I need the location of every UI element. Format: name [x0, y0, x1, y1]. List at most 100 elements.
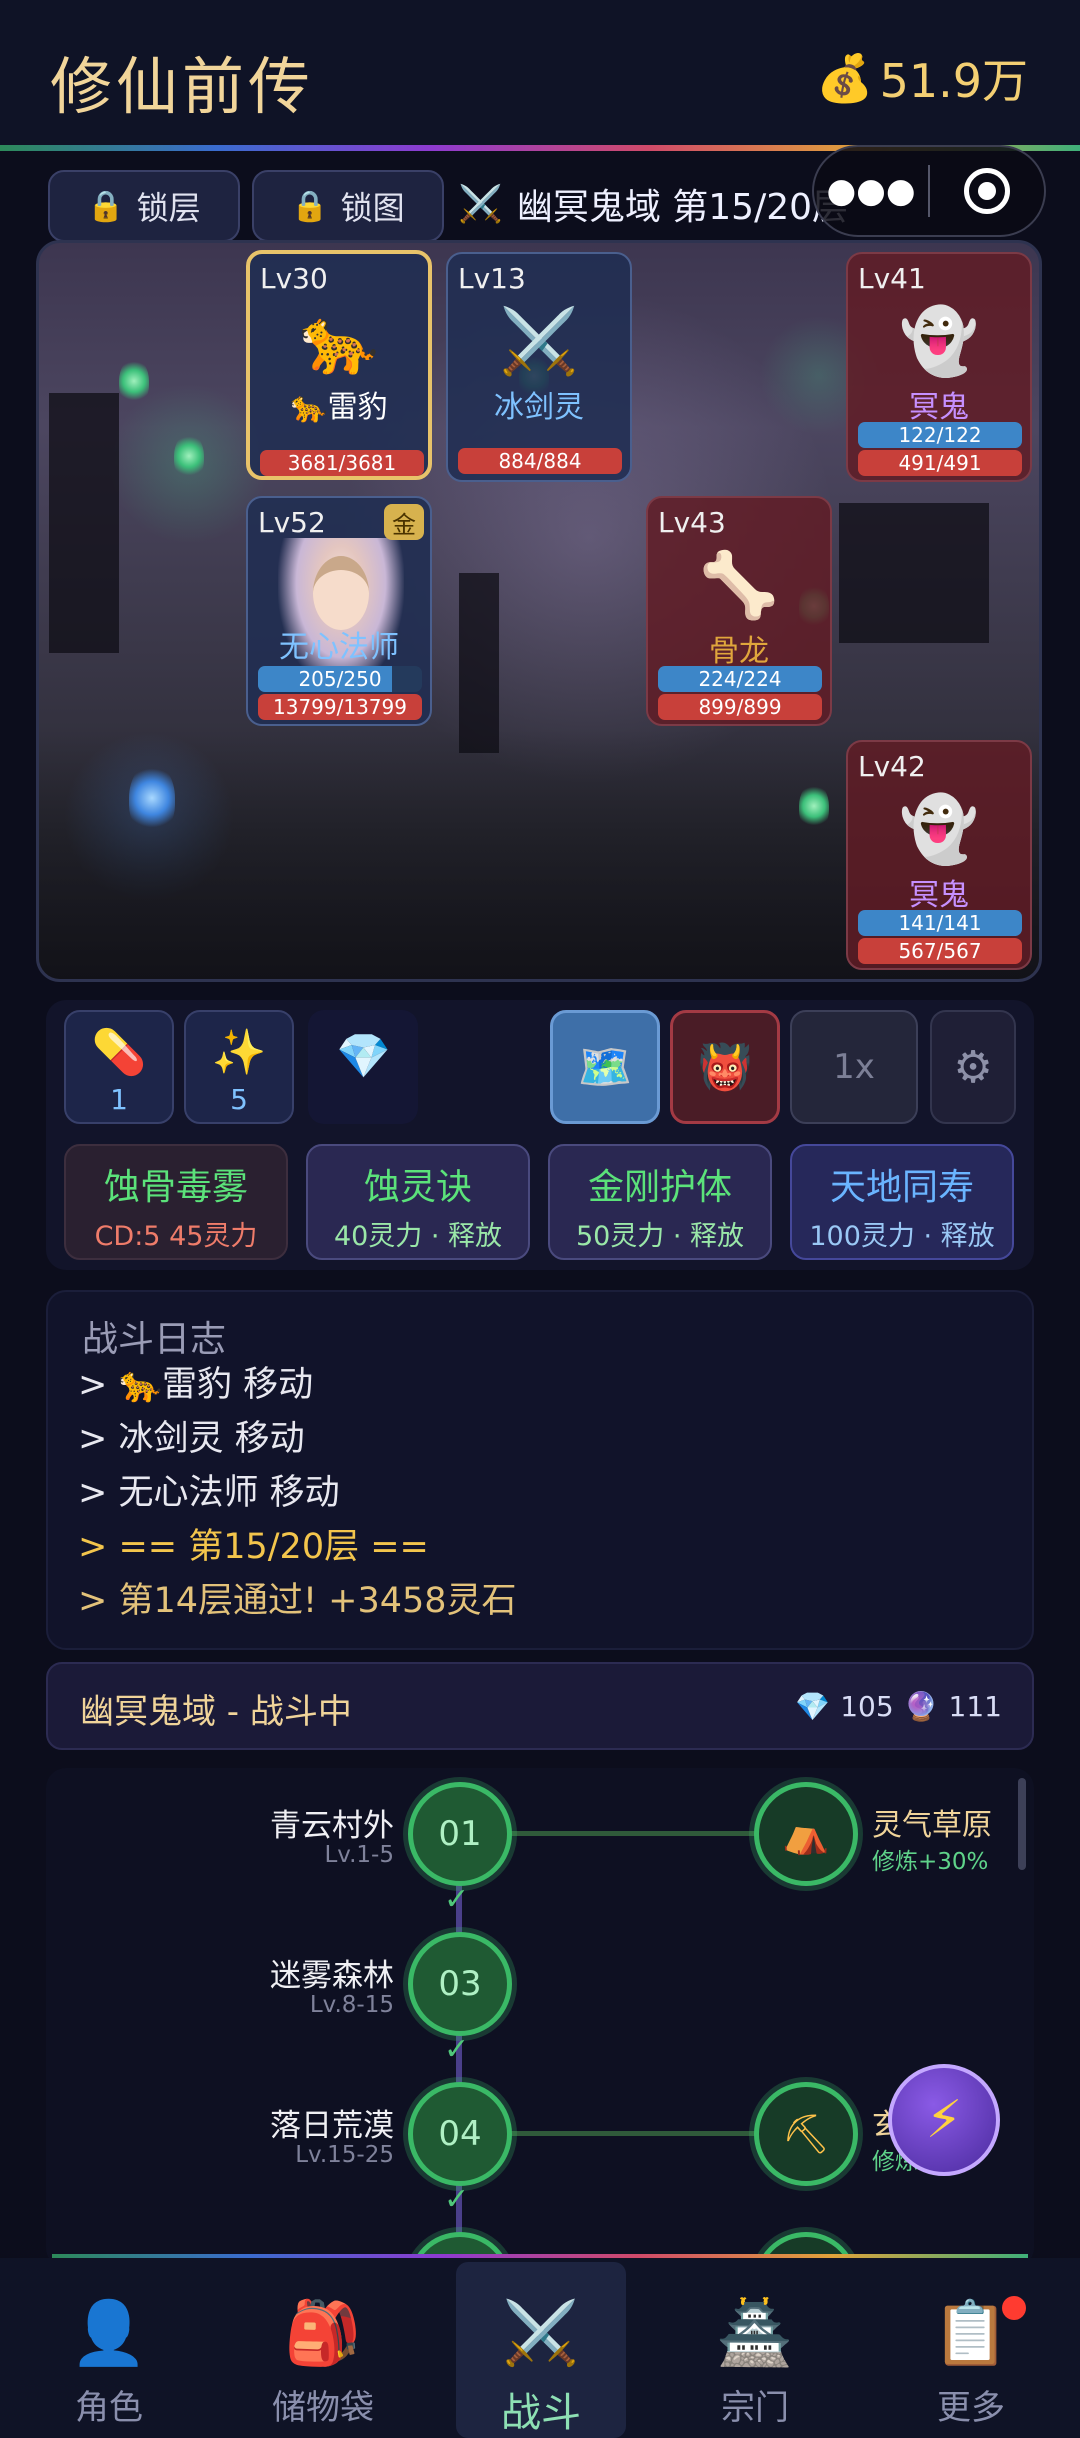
- speed-button[interactable]: 1x: [790, 1010, 918, 1124]
- person-icon: 👤: [70, 2296, 148, 2369]
- skill-name: 天地同寿: [829, 1167, 974, 1208]
- battle-log: 战斗日志 > 🐆雷豹 移动 > 冰剑灵 移动 > 无心法师 移动 > == 第1…: [46, 1290, 1034, 1650]
- unit-level: Lv42: [858, 750, 926, 783]
- notification-dot: [1002, 2296, 1026, 2320]
- skill-name: 蚀灵诀: [363, 1167, 472, 1208]
- lock-map-button[interactable]: 🔒 锁图: [252, 170, 444, 242]
- skill-name: 金刚护体: [587, 1167, 732, 1208]
- log-line: > == 第15/20层 ==: [78, 1527, 429, 1567]
- level-title-text: 幽冥鬼域 第15/20层: [516, 187, 849, 228]
- skill-cost: CD:5 45灵力: [94, 1221, 258, 1252]
- ghost-icon: 👻: [899, 305, 979, 379]
- mp-bar: 141/141: [858, 910, 1022, 936]
- hp-bar: 3681/3681: [260, 450, 424, 476]
- hp-text: 899/899: [698, 695, 782, 719]
- check-icon: ✓: [444, 2032, 470, 2067]
- map-button[interactable]: 🗺️: [550, 1010, 660, 1124]
- ruin-silhouette: [49, 393, 119, 653]
- nav-character[interactable]: 👤 角色: [24, 2262, 194, 2438]
- nav-divider: [52, 2254, 1028, 2258]
- skill-button-3[interactable]: 金刚护体 50灵力 · 释放: [548, 1144, 772, 1260]
- close-target-button[interactable]: [930, 147, 1044, 235]
- lock-map-label: 锁图: [340, 189, 405, 227]
- target-icon: [964, 168, 1010, 214]
- nav-storage-bag[interactable]: 🎒 储物袋: [238, 2262, 408, 2438]
- bone-icon: 🦴: [699, 549, 779, 623]
- nav-label: 更多: [937, 2388, 1005, 2428]
- unit-name: 冥鬼: [909, 878, 969, 913]
- side-node-mine[interactable]: ⛏: [754, 2082, 858, 2186]
- side-node-camp[interactable]: ⛺: [754, 1782, 858, 1886]
- hp-text: 491/491: [898, 451, 982, 475]
- nav-sect[interactable]: 🏯 宗门: [670, 2262, 840, 2438]
- unit-name: 无心法师: [279, 630, 399, 665]
- nav-more[interactable]: 📋 更多: [886, 2262, 1056, 2438]
- side-zone-name: 灵气草原: [872, 1808, 992, 1843]
- hp-bar: 899/899: [658, 694, 822, 720]
- unit-leopard[interactable]: Lv30 🐆 🐆雷豹 3681/3681: [246, 250, 432, 480]
- pill-icon: 💊: [91, 1027, 147, 1078]
- blue-wisp: [129, 763, 175, 833]
- sparkle-icon: ✨: [211, 1027, 267, 1078]
- zone-node-04[interactable]: 04: [408, 2082, 512, 2186]
- zone-level-range: Lv.15-25: [295, 2142, 394, 2168]
- crossed-swords-icon: ⚔️: [502, 2296, 580, 2369]
- hp-bar: 884/884: [458, 448, 622, 474]
- zone-number: 03: [438, 1964, 482, 2004]
- money-value: 51.9万: [879, 54, 1028, 108]
- hp-bar: 491/491: [858, 450, 1022, 476]
- hp-text: 884/884: [498, 449, 582, 473]
- ruin-silhouette: [839, 503, 989, 643]
- unit-name: 冥鬼: [909, 390, 969, 425]
- skill-button-1[interactable]: 蚀骨毒雾 CD:5 45灵力: [64, 1144, 288, 1260]
- skill-button-4[interactable]: 天地同寿 100灵力 · 释放: [790, 1144, 1014, 1260]
- skill-cost: 100灵力 · 释放: [809, 1221, 995, 1252]
- nav-label: 宗门: [721, 2388, 789, 2428]
- zone-node-03[interactable]: 03: [408, 1932, 512, 2036]
- orb-count: 111: [948, 1690, 1002, 1723]
- diamond-icon: 💎: [795, 1690, 831, 1723]
- unit-bone-dragon[interactable]: Lv43 🦴 骨龙 224/224 899/899: [646, 496, 832, 726]
- hp-text: 13799/13799: [273, 695, 407, 719]
- auto-battle-button[interactable]: 👹: [670, 1010, 780, 1124]
- nav-battle[interactable]: ⚔️ 战斗: [456, 2262, 626, 2438]
- zone-level-range: Lv.1-5: [324, 1842, 394, 1868]
- gear-icon: ⚙: [953, 1041, 993, 1093]
- map-scrollbar[interactable]: [1018, 1778, 1026, 1870]
- zone-status-text: 幽冥鬼域 - 战斗中: [80, 1692, 352, 1732]
- item-slot-sparkle[interactable]: ✨ 5: [184, 1010, 294, 1124]
- crystal-ball-icon: 🔮: [903, 1690, 939, 1723]
- skill-button-2[interactable]: 蚀灵诀 40灵力 · 释放: [306, 1144, 530, 1260]
- zone-level-range: Lv.8-15: [309, 1992, 394, 2018]
- side-zone-bonus: 修炼+30%: [872, 1849, 989, 1875]
- lock-icon: 🔒: [291, 188, 329, 224]
- log-line: > 🐆雷豹 移动: [78, 1365, 314, 1405]
- unit-ice-sword[interactable]: Lv13 ⚔️ 冰剑灵 884/884: [446, 252, 632, 482]
- lock-floor-button[interactable]: 🔒 锁层: [48, 170, 240, 242]
- check-icon: ✓: [444, 2182, 470, 2217]
- item-slot-gem[interactable]: 💎: [308, 1010, 418, 1124]
- unit-level: Lv30: [260, 262, 328, 295]
- unit-master[interactable]: Lv52 金 无心法师 205/250 13799/13799: [246, 496, 432, 726]
- unit-ghost-2[interactable]: Lv42 👻 冥鬼 141/141 567/567: [846, 740, 1032, 970]
- hp-bar: 13799/13799: [258, 694, 422, 720]
- quick-action-button[interactable]: ⚡: [888, 2064, 1000, 2176]
- settings-button[interactable]: ⚙: [930, 1010, 1016, 1124]
- more-dots-button[interactable]: ●●●: [814, 147, 928, 235]
- mp-bar: 205/250: [258, 666, 422, 692]
- unit-name: 冰剑灵: [494, 390, 584, 425]
- money-bag-icon: 💰: [816, 50, 874, 105]
- item-count: 1: [110, 1083, 128, 1116]
- unit-ghost-1[interactable]: Lv41 👻 冥鬼 122/122 491/491: [846, 252, 1032, 482]
- backpack-icon: 🎒: [284, 2296, 362, 2369]
- lock-icon: 🔒: [87, 188, 125, 224]
- battle-log-title: 战斗日志: [82, 1319, 227, 1360]
- zone-node-01[interactable]: 01: [408, 1782, 512, 1886]
- more-dots-icon: ●●●: [826, 171, 916, 211]
- clipboard-icon: 📋: [932, 2296, 1010, 2369]
- gold-rank-badge: 金: [384, 504, 424, 540]
- gem-count: 105: [840, 1690, 894, 1723]
- item-slot-pill[interactable]: 💊 1: [64, 1010, 174, 1124]
- zone-name: 迷雾森林: [270, 1958, 394, 1994]
- mp-bar: 224/224: [658, 666, 822, 692]
